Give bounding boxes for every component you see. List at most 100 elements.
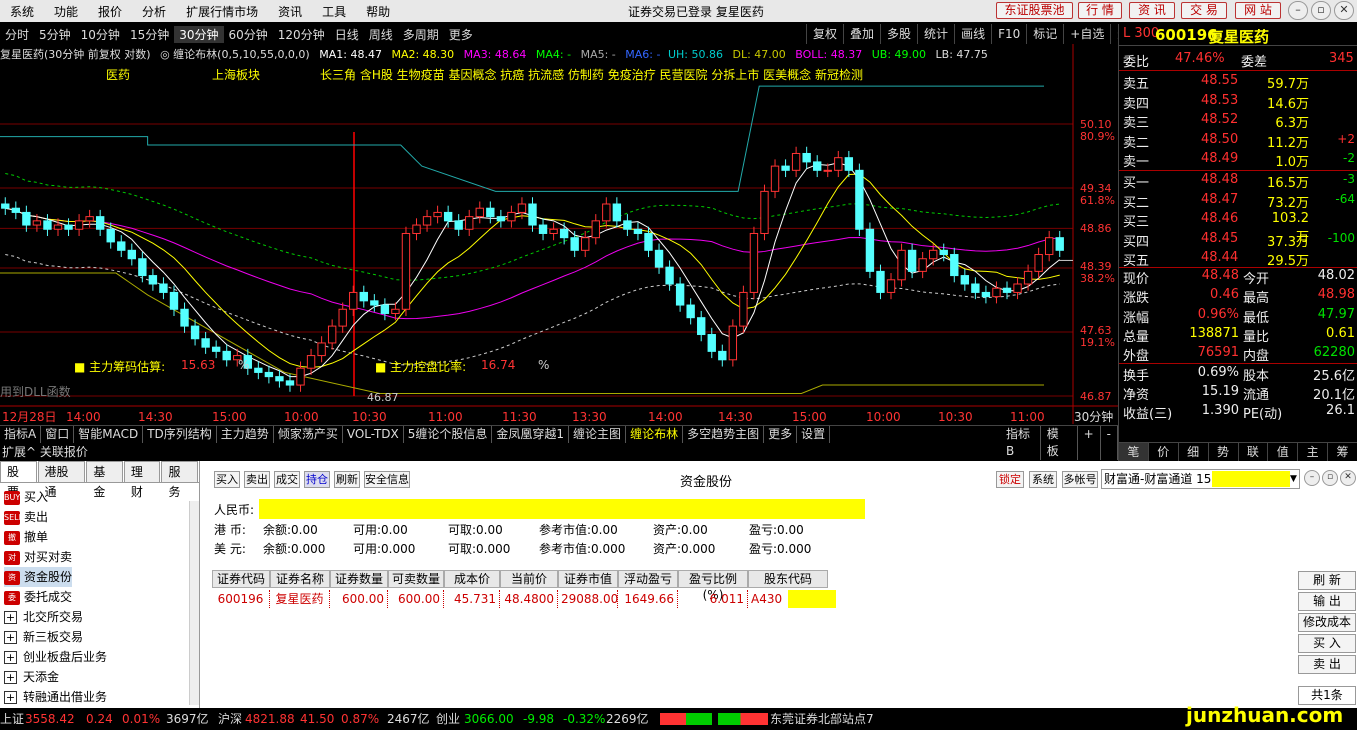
period-8[interactable]: 周线 [364, 26, 398, 43]
candle-body[interactable] [359, 291, 368, 302]
candle-body[interactable] [886, 279, 896, 293]
candle-body[interactable] [834, 157, 843, 171]
candle-body[interactable] [296, 367, 305, 386]
candle-body[interactable] [306, 355, 316, 369]
candle-body[interactable] [222, 350, 231, 361]
candle-body[interactable] [95, 216, 105, 230]
candle-body[interactable] [380, 304, 390, 314]
candle-body[interactable] [391, 308, 400, 314]
chart-tab-8[interactable]: 金凤凰穿越1 [492, 426, 570, 443]
quote-tab-3[interactable]: 势 [1209, 443, 1239, 461]
panel-minimize-icon[interactable]: – [1304, 470, 1320, 486]
candle-body[interactable] [865, 228, 875, 272]
expand-icon[interactable]: + [4, 611, 17, 624]
candle-body[interactable] [496, 216, 506, 222]
table-cell[interactable]: 6.011 [678, 590, 748, 608]
trade-tool-0[interactable]: 买入 [214, 471, 240, 488]
candle-body[interactable] [148, 275, 158, 285]
trade-nav-item[interactable]: 对对买对卖 [4, 547, 72, 567]
column-header[interactable]: 证券代码 [212, 570, 270, 588]
trade-nav-item[interactable]: + 创业板盘后业务 [4, 647, 107, 667]
menu-7[interactable]: 帮助 [356, 3, 400, 20]
candle-body[interactable] [939, 249, 948, 256]
candle-body[interactable] [1034, 254, 1043, 272]
trade-nav-item[interactable]: 撤撤单 [4, 527, 48, 547]
expand-icon[interactable]: + [4, 631, 17, 644]
asks-row[interactable]: 卖二 48.50 11.2万 +2 [1119, 131, 1357, 151]
chart-tool-5[interactable]: F10 [991, 24, 1026, 44]
column-header[interactable]: 可卖数量 [388, 570, 444, 588]
trade-nav-tab-2[interactable]: 基金 [86, 461, 123, 499]
candle-body[interactable] [791, 152, 801, 171]
column-header[interactable]: 盈亏比例(%) [678, 570, 748, 602]
table-cell[interactable]: 45.731 [444, 590, 500, 608]
chart-tab-0[interactable]: 指标A [0, 426, 42, 443]
table-cell[interactable]: 600196 [212, 590, 270, 608]
nav-scrollbar[interactable] [189, 501, 199, 705]
trade-nav-item[interactable]: SELL卖出 [4, 507, 48, 527]
bids-row[interactable]: 买三 48.46 103.2万 [1119, 210, 1357, 245]
period-7[interactable]: 日线 [330, 26, 364, 43]
column-header[interactable]: 浮动盈亏 [618, 570, 678, 588]
quote-tab-6[interactable]: 主 [1298, 443, 1329, 461]
asks-row[interactable]: 卖五 48.55 59.7万 [1119, 72, 1357, 92]
candle-body[interactable] [1055, 237, 1064, 251]
period-1[interactable]: 5分钟 [34, 26, 76, 43]
candle-body[interactable] [254, 367, 263, 373]
candle-body[interactable] [1044, 237, 1054, 256]
side-button-4[interactable]: 卖 出 [1298, 655, 1356, 674]
trade-tool-1[interactable]: 卖出 [244, 471, 270, 488]
website-button[interactable]: 网 站 [1235, 2, 1281, 19]
candle-body[interactable] [443, 211, 453, 222]
candle-body[interactable] [201, 338, 210, 348]
menu-3[interactable]: 分析 [132, 3, 176, 20]
candle-body[interactable] [844, 157, 854, 171]
candle-body[interactable] [581, 237, 590, 251]
bids-row[interactable]: 买五 48.44 29.5万 [1119, 249, 1357, 269]
candle-body[interactable] [602, 203, 611, 222]
chart-tool-7[interactable]: +自选 [1063, 24, 1110, 44]
chart-tab-12[interactable]: 更多 [764, 426, 798, 443]
candle-body[interactable] [665, 266, 674, 285]
side-button-1[interactable]: 输 出 [1298, 592, 1356, 611]
candle-body[interactable] [612, 203, 622, 222]
candle-body[interactable] [686, 304, 695, 319]
menu-5[interactable]: 资讯 [268, 3, 312, 20]
account-select[interactable]: 财富通-财富通道 150 ▼ [1101, 469, 1300, 489]
column-header[interactable]: 证券市值 [558, 570, 618, 588]
candle-body[interactable] [412, 224, 421, 234]
chart-tab-3[interactable]: TD序列结构 [143, 426, 217, 443]
candle-body[interactable] [264, 371, 274, 378]
side-button-2[interactable]: 修改成本 [1298, 613, 1356, 632]
chart-tab-5[interactable]: 倾家荡产买 [274, 426, 343, 443]
chart-tool-3[interactable]: 统计 [917, 24, 954, 44]
candle-body[interactable] [64, 224, 73, 230]
asks-row[interactable]: 卖一 48.49 1.0万 -2 [1119, 150, 1357, 170]
candle-body[interactable] [739, 291, 748, 327]
panel-restore-icon[interactable]: ▫ [1322, 470, 1338, 486]
column-header[interactable]: 证券数量 [330, 570, 388, 588]
chart-tab-11[interactable]: 多空趋势主图 [683, 426, 765, 443]
candle-body[interactable] [813, 161, 822, 171]
column-header[interactable]: 股东代码 [748, 570, 828, 588]
trade-nav-item[interactable]: 资资金股份 [4, 567, 73, 587]
candle-body[interactable] [475, 207, 484, 218]
chart-tab-7[interactable]: 5缠论个股信息 [404, 426, 493, 443]
chart-tool-2[interactable]: 多股 [880, 24, 917, 44]
chart-tab-4[interactable]: 主力趋势 [217, 426, 274, 443]
candle-body[interactable] [728, 325, 738, 361]
trade-nav-item[interactable]: BUY 买入 [4, 487, 48, 507]
panel-close-icon[interactable]: ✕ [1340, 470, 1356, 486]
candle-body[interactable] [971, 283, 980, 293]
trade-nav-tab-0[interactable]: 股票 [0, 461, 37, 499]
candle-body[interactable] [591, 220, 600, 239]
period-10[interactable]: 更多 [444, 26, 478, 43]
candle-body[interactable] [275, 376, 284, 382]
candle-body[interactable] [749, 232, 759, 293]
candle-body[interactable] [486, 207, 495, 218]
side-button-0[interactable]: 刷 新 [1298, 571, 1356, 590]
column-header[interactable]: 成本价 [444, 570, 500, 588]
lock-button[interactable]: 锁定 [996, 471, 1024, 488]
candle-body[interactable] [707, 334, 716, 352]
quotes-button[interactable]: 行 情 [1078, 2, 1122, 19]
